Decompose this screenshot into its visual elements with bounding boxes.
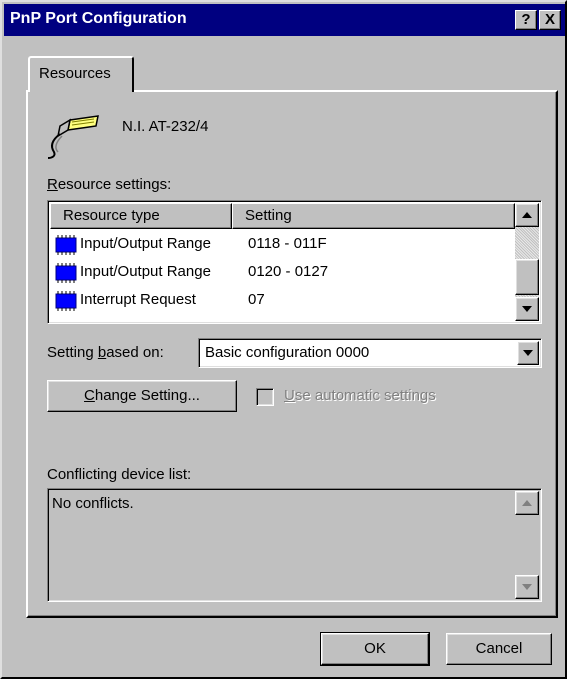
arrow-down-icon [522, 306, 532, 312]
chevron-down-icon [523, 350, 533, 356]
ok-button-face: OK [321, 633, 429, 665]
resource-type: Input/Output Range [80, 263, 211, 280]
tab-resources-label: Resources [39, 65, 111, 82]
scroll-thumb[interactable] [515, 259, 539, 295]
io-chip-icon [54, 235, 78, 255]
serial-port-connector-icon [47, 115, 99, 159]
close-button[interactable]: X [539, 10, 561, 30]
arrow-down-icon [522, 584, 532, 590]
tab-resources[interactable]: Resources [28, 56, 134, 92]
resource-row[interactable]: Input/Output Range 0118 - 011F [54, 233, 514, 257]
setting-based-on-value: Basic configuration 0000 [205, 344, 370, 361]
column-header-resource-type[interactable]: Resource type [50, 203, 232, 229]
scroll-up-button [515, 491, 539, 515]
resource-settings-list[interactable]: Resource type Setting Input/Output Range… [47, 200, 542, 324]
setting-based-on-dropdown[interactable]: Basic configuration 0000 [198, 338, 542, 368]
pnp-port-configuration-dialog: PnP Port Configuration ? X Resources N.I… [0, 0, 567, 679]
ok-button[interactable]: OK [320, 632, 430, 666]
use-automatic-settings-label: Use automatic settings [284, 387, 436, 404]
scroll-down-button[interactable] [515, 297, 539, 321]
resource-setting: 0120 - 0127 [248, 263, 329, 280]
resource-type: Interrupt Request [80, 291, 196, 308]
resource-setting: 07 [248, 291, 265, 308]
window-title: PnP Port Configuration [10, 10, 187, 27]
io-chip-icon [54, 263, 78, 283]
change-setting-button[interactable]: Change Setting... [47, 380, 237, 412]
setting-based-on-label: Setting based on: [47, 344, 164, 361]
dropdown-arrow-button[interactable] [517, 341, 539, 365]
resource-list-scrollbar[interactable] [515, 203, 539, 321]
use-automatic-settings-checkbox[interactable] [256, 388, 274, 406]
conflicting-device-list[interactable]: No conflicts. [47, 488, 542, 602]
cancel-button[interactable]: Cancel [446, 633, 552, 665]
conflicts-text: No conflicts. [52, 495, 134, 512]
resource-settings-label: Resource settings: [47, 176, 172, 193]
arrow-up-icon [522, 212, 532, 218]
arrow-up-icon [522, 500, 532, 506]
resource-row[interactable]: Interrupt Request 07 [54, 289, 514, 313]
device-name: N.I. AT-232/4 [122, 118, 209, 135]
scroll-up-button[interactable] [515, 203, 539, 227]
scroll-down-button [515, 575, 539, 599]
resource-setting: 0118 - 011F [248, 235, 327, 252]
column-header-setting[interactable]: Setting [232, 203, 515, 229]
resource-row[interactable]: Input/Output Range 0120 - 0127 [54, 261, 514, 285]
irq-chip-icon [54, 291, 78, 311]
conflicts-scrollbar [515, 491, 539, 599]
help-button[interactable]: ? [515, 10, 537, 30]
resource-type: Input/Output Range [80, 235, 211, 252]
conflicting-device-list-label: Conflicting device list: [47, 466, 192, 483]
title-bar[interactable]: PnP Port Configuration ? X [4, 4, 565, 36]
